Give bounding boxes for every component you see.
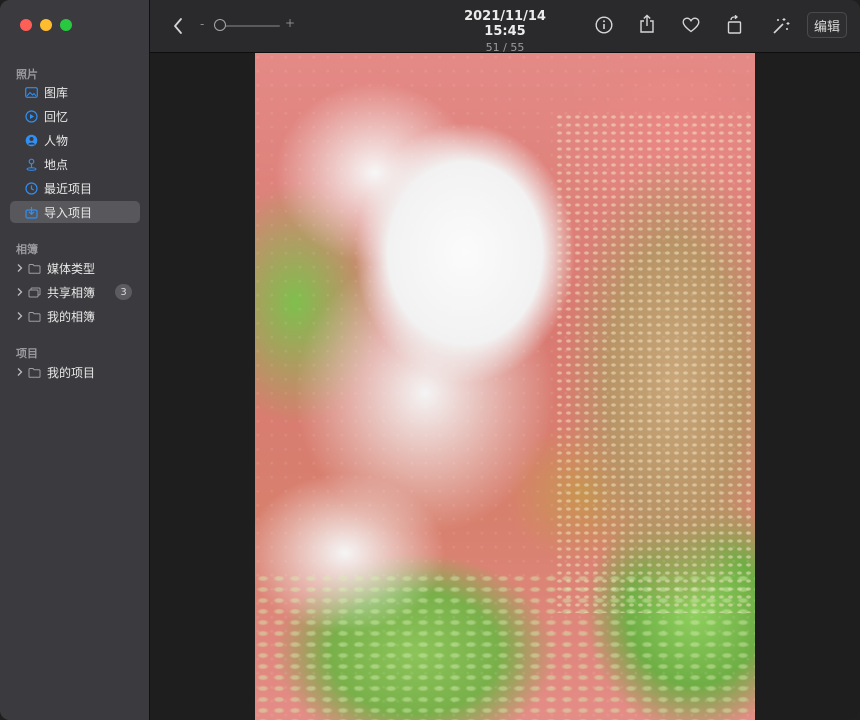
shared-album-count-badge: 3 bbox=[115, 284, 132, 300]
sidebar-item-imports[interactable]: 导入项目 bbox=[10, 201, 140, 223]
chevron-right-icon[interactable] bbox=[15, 263, 25, 273]
back-button[interactable] bbox=[168, 15, 188, 37]
zoom-slider-knob[interactable] bbox=[214, 19, 226, 31]
photo-image[interactable] bbox=[255, 53, 755, 720]
sidebar-album-shared[interactable]: 共享相簿 3 bbox=[10, 281, 140, 303]
auto-enhance-button[interactable] bbox=[770, 15, 792, 37]
zoom-window-button[interactable] bbox=[60, 19, 72, 31]
sidebar-item-label: 图库 bbox=[44, 85, 69, 100]
photos-window: 照片 图库 回忆 人物 地点 最近项目 导入项目 相簿 媒体类型 共享相簿 3 … bbox=[0, 0, 860, 720]
edit-button[interactable]: 编辑 bbox=[807, 12, 847, 38]
chevron-left-icon bbox=[174, 18, 182, 34]
section-header-albums: 相簿 bbox=[16, 243, 38, 256]
folder-icon bbox=[28, 367, 41, 378]
minimize-window-button[interactable] bbox=[40, 19, 52, 31]
traffic-lights bbox=[20, 19, 72, 31]
sidebar-item-label: 人物 bbox=[44, 133, 69, 148]
sidebar-item-label: 回忆 bbox=[44, 109, 69, 124]
section-header-photos: 照片 bbox=[16, 68, 38, 81]
sidebar-album-media-types[interactable]: 媒体类型 bbox=[10, 257, 140, 279]
library-icon bbox=[25, 86, 38, 99]
chevron-right-icon[interactable] bbox=[15, 287, 25, 297]
share-button[interactable] bbox=[637, 13, 657, 35]
sidebar-album-label: 共享相簿 bbox=[47, 285, 96, 300]
share-icon bbox=[640, 14, 654, 33]
shared-album-icon bbox=[28, 287, 41, 298]
recents-icon bbox=[25, 181, 38, 195]
info-button[interactable] bbox=[594, 15, 614, 35]
toolbar: - + 2021/11/14 15:45 51 / 55 编辑 bbox=[150, 0, 860, 54]
close-window-button[interactable] bbox=[20, 19, 32, 31]
sidebar-item-label: 地点 bbox=[44, 157, 69, 172]
chevron-right-icon[interactable] bbox=[15, 367, 25, 377]
sidebar-item-label: 最近项目 bbox=[44, 181, 93, 196]
sidebar-item-places[interactable]: 地点 bbox=[10, 153, 140, 175]
info-icon bbox=[595, 16, 613, 34]
photo-texture-onion bbox=[255, 573, 755, 720]
sidebar-item-recents[interactable]: 最近项目 bbox=[10, 177, 140, 199]
sidebar-album-my-albums[interactable]: 我的相簿 bbox=[10, 305, 140, 327]
memories-icon bbox=[25, 109, 38, 123]
sidebar-item-memories[interactable]: 回忆 bbox=[10, 105, 140, 127]
magic-wand-icon bbox=[773, 18, 790, 34]
sidebar-project-label: 我的项目 bbox=[47, 365, 96, 380]
people-icon bbox=[25, 134, 38, 147]
folder-icon bbox=[28, 311, 41, 322]
sidebar-item-library[interactable]: 图库 bbox=[10, 81, 140, 103]
photo-date: 2021/11/14 15:45 bbox=[464, 9, 546, 39]
sidebar-album-label: 我的相簿 bbox=[47, 309, 96, 324]
sidebar-album-label: 媒体类型 bbox=[47, 261, 96, 276]
chevron-right-icon[interactable] bbox=[15, 311, 25, 321]
section-header-projects: 项目 bbox=[16, 347, 38, 360]
places-icon bbox=[25, 158, 38, 171]
sidebar-item-people[interactable]: 人物 bbox=[10, 129, 140, 151]
sidebar-project-my-projects[interactable]: 我的项目 bbox=[10, 361, 140, 383]
rotate-icon bbox=[727, 15, 742, 34]
imports-icon bbox=[25, 206, 38, 219]
sidebar: 照片 图库 回忆 人物 地点 最近项目 导入项目 相簿 媒体类型 共享相簿 3 … bbox=[0, 0, 150, 720]
favorite-button[interactable] bbox=[681, 15, 701, 35]
main-viewer: - + 2021/11/14 15:45 51 / 55 编辑 bbox=[150, 0, 860, 720]
photo-texture-sesame bbox=[555, 113, 755, 613]
folder-icon bbox=[28, 263, 41, 274]
rotate-button[interactable] bbox=[725, 14, 745, 36]
zoom-in-button[interactable]: + bbox=[285, 16, 295, 30]
zoom-out-button[interactable]: - bbox=[200, 17, 204, 31]
photo-title: 2021/11/14 15:45 51 / 55 bbox=[450, 9, 560, 54]
sidebar-item-label: 导入项目 bbox=[44, 205, 93, 220]
heart-icon bbox=[682, 17, 700, 33]
